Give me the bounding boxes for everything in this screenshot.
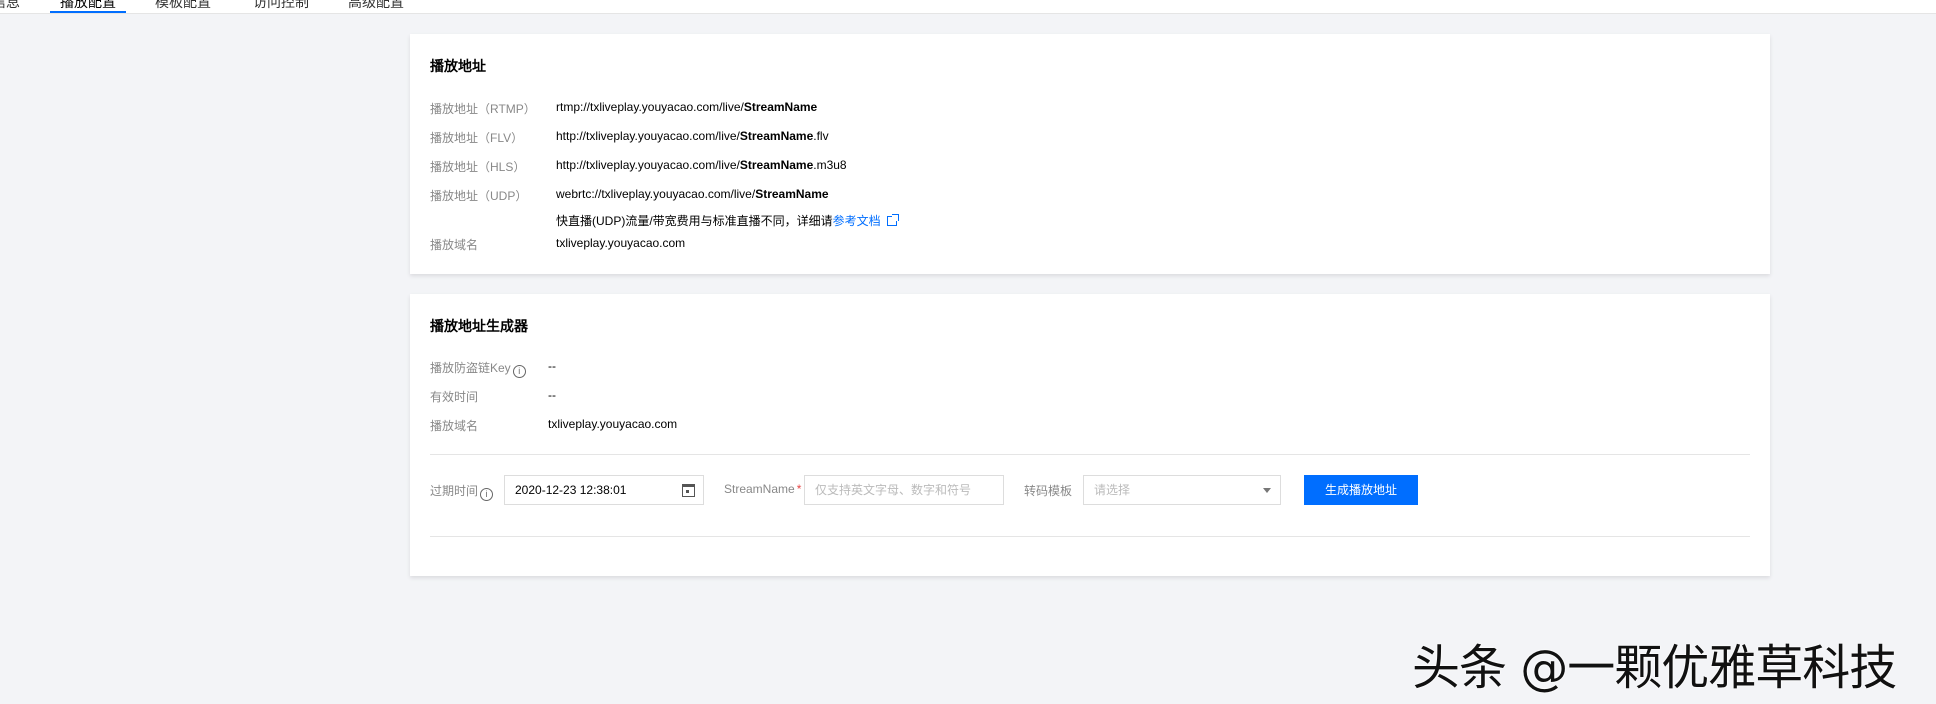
tab-access-control[interactable]: 访问控制 — [253, 0, 309, 12]
play-address-card: 播放地址 播放地址（RTMP） rtmp://txliveplay.youyac… — [410, 34, 1770, 274]
flv-label: 播放地址（FLV） — [430, 131, 524, 145]
play-address-title: 播放地址 — [430, 58, 486, 74]
play-domain-label: 播放域名 — [430, 238, 479, 252]
hls-url: http://txliveplay.youyacao.com/live/Stre… — [556, 158, 847, 172]
divider — [430, 536, 1750, 537]
play-domain-value: txliveplay.youyacao.com — [556, 236, 686, 250]
flv-url: http://txliveplay.youyacao.com/live/Stre… — [556, 129, 829, 143]
tab-info[interactable]: 信息 — [0, 0, 20, 12]
template-label: 转码模板 — [1024, 484, 1073, 498]
gen-domain-value: txliveplay.youyacao.com — [548, 417, 678, 431]
generate-address-button[interactable]: 生成播放地址 — [1304, 475, 1418, 505]
expire-label: 过期时间 i — [430, 482, 494, 501]
hls-label: 播放地址（HLS） — [430, 160, 526, 174]
valid-time-value: -- — [548, 388, 556, 402]
template-select[interactable]: 请选择 — [1083, 475, 1281, 505]
stream-name-input[interactable]: 仅支持英文字母、数字和符号 — [804, 475, 1004, 505]
udp-hint: 快直播(UDP)流量/带宽费用与标准直播不同，详细请参考文档 — [556, 212, 899, 229]
generator-title: 播放地址生成器 — [430, 318, 528, 334]
chevron-down-icon — [1263, 488, 1271, 493]
expire-time-input[interactable]: 2020-12-23 12:38:01 — [504, 475, 704, 505]
info-icon[interactable]: i — [480, 488, 494, 501]
calendar-icon[interactable] — [682, 484, 695, 497]
active-tab-indicator — [50, 11, 126, 13]
address-generator-card: 播放地址生成器 播放防盗链Key i -- 有效时间 -- 播放域名 txlive… — [410, 294, 1770, 576]
tab-bar: 信息 播放配置 模板配置 访问控制 高级配置 — [0, 0, 1936, 14]
info-icon[interactable]: i — [512, 365, 526, 378]
valid-time-label: 有效时间 — [430, 390, 479, 404]
udp-url: webrtc://txliveplay.youyacao.com/live/St… — [556, 187, 829, 201]
rtmp-url: rtmp://txliveplay.youyacao.com/live/Stre… — [556, 100, 818, 114]
tab-template-config[interactable]: 模板配置 — [155, 0, 211, 12]
stream-name-label: StreamName * — [724, 482, 802, 496]
rtmp-label: 播放地址（RTMP） — [430, 102, 536, 116]
reference-doc-link[interactable]: 参考文档 — [833, 214, 881, 228]
external-link-icon[interactable] — [886, 214, 899, 226]
divider — [430, 454, 1750, 455]
udp-label: 播放地址（UDP） — [430, 189, 528, 203]
tab-advanced-config[interactable]: 高级配置 — [348, 0, 404, 12]
watermark: 头条 @一颗优雅草科技 — [1412, 640, 1897, 696]
key-value: -- — [548, 359, 556, 373]
gen-domain-label: 播放域名 — [430, 419, 479, 433]
key-label: 播放防盗链Key i — [430, 359, 526, 378]
